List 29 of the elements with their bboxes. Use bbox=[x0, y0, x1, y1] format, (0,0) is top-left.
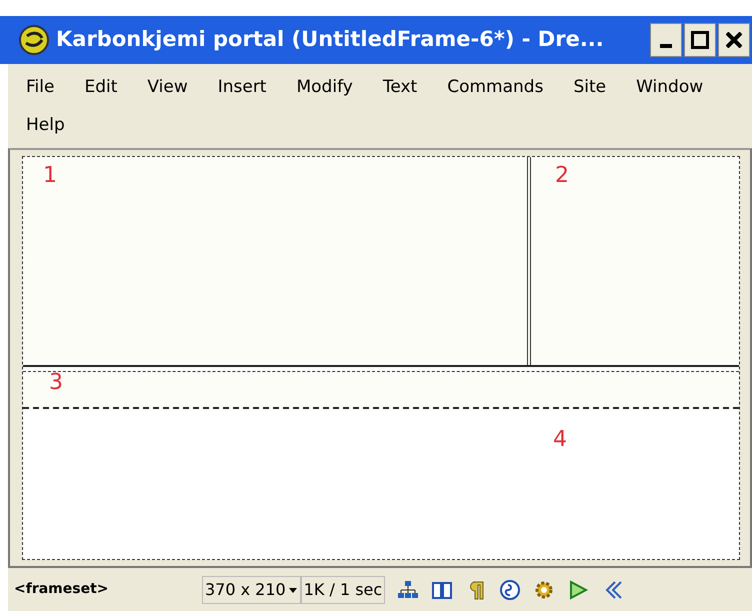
frame-number: 4 bbox=[553, 427, 567, 452]
play-icon[interactable] bbox=[567, 578, 590, 600]
gear-icon[interactable] bbox=[533, 578, 556, 600]
frame-number: 3 bbox=[49, 370, 63, 395]
window-title: Karbonkjemi portal (UntitledFrame-6*) - Dre... bbox=[56, 26, 605, 54]
menu-item[interactable]: Modify bbox=[296, 68, 353, 106]
menu-item[interactable]: View bbox=[147, 68, 188, 106]
menu-item[interactable]: Commands bbox=[447, 68, 544, 106]
menu-item[interactable]: Edit bbox=[84, 68, 118, 106]
window-size-dropdown[interactable]: 370 x 210 bbox=[202, 576, 301, 604]
frame-number: 1 bbox=[43, 163, 57, 188]
maximize-icon bbox=[691, 31, 709, 49]
menu-item[interactable]: Help bbox=[26, 106, 65, 144]
minimize-button[interactable] bbox=[650, 23, 682, 57]
menu-item[interactable]: File bbox=[26, 68, 54, 106]
close-icon bbox=[726, 32, 742, 48]
tag-selector[interactable]: <frameset> bbox=[14, 579, 194, 600]
caret-icon bbox=[288, 586, 298, 594]
minimize-icon bbox=[660, 44, 672, 48]
close-button[interactable] bbox=[718, 23, 750, 57]
download-time: 1K / 1 sec bbox=[300, 576, 386, 604]
menu-item[interactable]: Insert bbox=[218, 68, 266, 106]
maximize-button[interactable] bbox=[684, 23, 716, 57]
menu-item[interactable]: Text bbox=[382, 68, 418, 106]
app-logo-icon bbox=[18, 24, 50, 56]
menu-item[interactable]: Window bbox=[636, 68, 704, 106]
site-map-icon[interactable] bbox=[397, 578, 420, 600]
frame-number: 2 bbox=[555, 163, 569, 188]
menu-item[interactable]: Site bbox=[573, 68, 606, 106]
